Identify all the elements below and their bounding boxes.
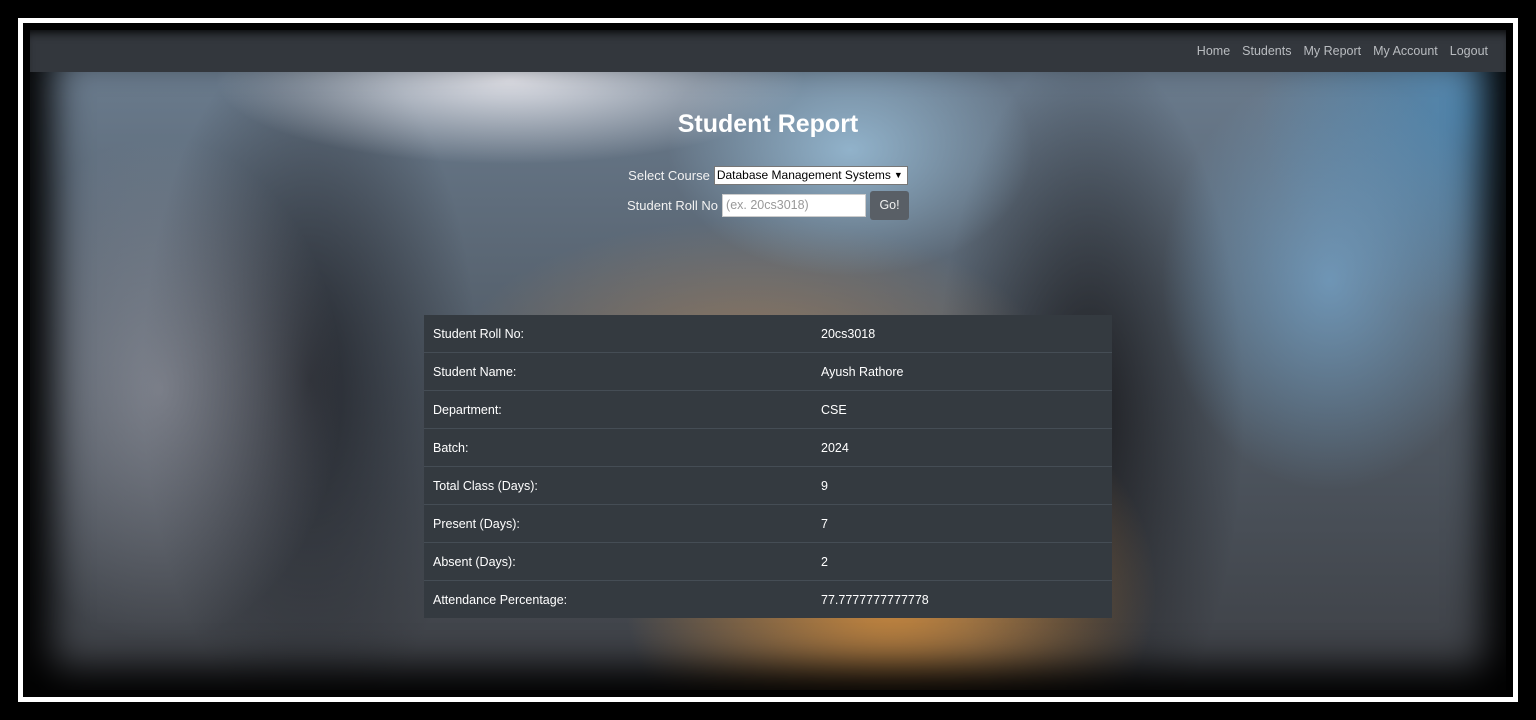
table-row: Present (Days): 7 (424, 504, 1112, 543)
table-row: Absent (Days): 2 (424, 542, 1112, 581)
nav-link-home[interactable]: Home (1197, 44, 1230, 58)
row-value: 2024 (812, 428, 1112, 467)
row-label: Student Name: (424, 352, 812, 391)
row-label: Student Roll No: (433, 326, 525, 341)
row-label: Batch: (424, 428, 812, 467)
row-label: Department: (424, 390, 812, 429)
table-row: Total Class (Days): 9 (424, 466, 1112, 505)
navbar: Home Students My Report My Account Logou… (30, 30, 1506, 72)
row-value: 7 (812, 504, 1112, 543)
course-select[interactable]: Database Management Systems ▼ (713, 165, 908, 185)
nav-link-my-report[interactable]: My Report (1303, 44, 1361, 58)
row-value: 9 (812, 466, 1112, 505)
row-value: 2 (812, 542, 1112, 581)
page-frame: Home Students My Report My Account Logou… (30, 30, 1506, 690)
course-label: Select Course (628, 167, 710, 183)
table-row: Department: CSE (424, 390, 1112, 429)
row-label: Present (Days): (424, 504, 812, 543)
report-table: Student Roll No: 20cs3018 Student Name: … (424, 315, 1112, 618)
row-label: Absent (Days): (424, 542, 812, 581)
go-button[interactable]: Go! (870, 190, 910, 220)
row-value: 77.7777777777778 (812, 580, 1112, 618)
row-label: Total Class (Days): (424, 466, 812, 505)
row-value: 20cs3018 (821, 326, 876, 341)
table-row: Student Roll No: 20cs3018 (424, 315, 1112, 353)
row-value: Ayush Rathore (812, 352, 1112, 391)
row-label: Attendance Percentage: (424, 580, 812, 618)
course-selected-value: Database Management Systems (716, 168, 891, 182)
nav-link-students[interactable]: Students (1242, 44, 1291, 58)
roll-input[interactable] (722, 193, 867, 217)
nav-links: Home Students My Report My Account Logou… (1185, 30, 1488, 72)
nav-link-my-account[interactable]: My Account (1373, 44, 1438, 58)
course-row: Select Course Database Management System… (30, 165, 1506, 185)
roll-label: Student Roll No (626, 197, 719, 213)
nav-link-logout[interactable]: Logout (1450, 44, 1488, 58)
page-title: Student Report (677, 110, 859, 138)
table-row: Batch: 2024 (424, 428, 1112, 467)
row-value: CSE (812, 390, 1112, 429)
table-row: Attendance Percentage: 77.7777777777778 (424, 580, 1112, 618)
table-row: Student Name: Ayush Rathore (424, 352, 1112, 391)
roll-row: Student Roll No Go! (30, 190, 1506, 220)
chevron-down-icon: ▼ (893, 170, 903, 180)
